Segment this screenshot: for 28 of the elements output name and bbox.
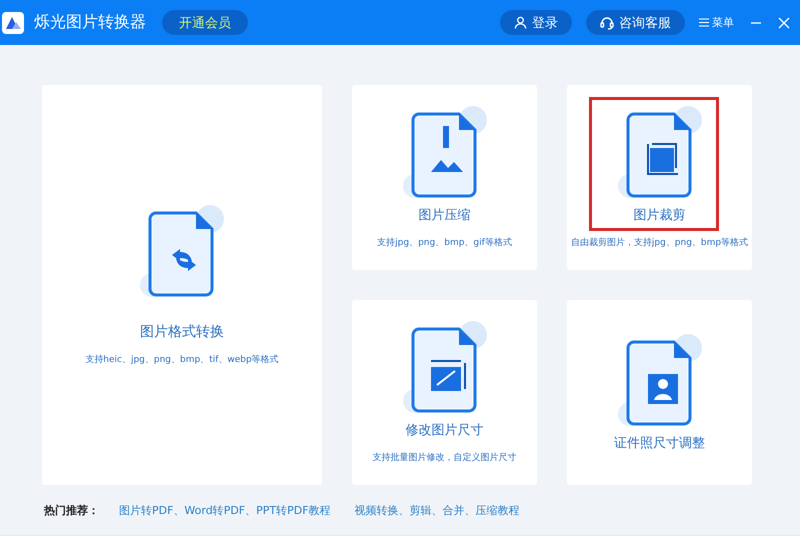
tool-description: 支持批量图片修改，自定义图片尺寸 — [372, 452, 516, 464]
tutorial-link[interactable]: 图片转PDF、Word转PDF、PPT转PDF教程 — [119, 502, 331, 518]
close-button[interactable] — [778, 16, 790, 28]
tool-card[interactable]: 证件照尺寸调整 — [567, 300, 752, 485]
tool-description: 支持heic、jpg、png、bmp、tif、webp等格式 — [85, 354, 279, 366]
tool-card[interactable]: 图片格式转换 支持heic、jpg、png、bmp、tif、webp等格式 — [42, 85, 322, 485]
hot-label: 热门推荐： — [44, 502, 99, 518]
app-logo — [2, 12, 24, 34]
tool-card[interactable]: 图片裁剪 自由裁剪图片，支持jpg、png、bmp等格式 — [567, 85, 752, 270]
user-icon — [514, 16, 527, 29]
tool-title: 图片格式转换 — [140, 322, 224, 340]
tool-title: 图片压缩 — [418, 207, 470, 224]
service-button[interactable]: 咨询客服 — [586, 10, 685, 35]
app-name: 烁光图片转换器 — [34, 12, 146, 33]
login-button[interactable]: 登录 — [500, 10, 572, 35]
tool-title: 图片裁剪 — [634, 207, 686, 224]
vip-button[interactable]: 开通会员 — [162, 10, 248, 35]
tool-description: 支持jpg、png、bmp、gif等格式 — [377, 236, 512, 249]
tool-card[interactable]: 图片压缩 支持jpg、png、bmp、gif等格式 — [352, 85, 537, 270]
close-icon — [778, 16, 790, 28]
tool-title: 修改图片尺寸 — [406, 422, 484, 439]
menu-icon — [699, 18, 709, 27]
tool-title: 证件照尺寸调整 — [614, 434, 705, 452]
tool-description: 自由裁剪图片，支持jpg、png、bmp等格式 — [570, 236, 748, 249]
headset-icon — [600, 16, 614, 30]
tutorial-link[interactable]: 视频转换、剪辑、合并、压缩教程 — [354, 502, 520, 518]
menu-button[interactable]: 菜单 — [699, 15, 734, 30]
tool-card[interactable]: 修改图片尺寸 支持批量图片修改，自定义图片尺寸 — [352, 300, 537, 485]
